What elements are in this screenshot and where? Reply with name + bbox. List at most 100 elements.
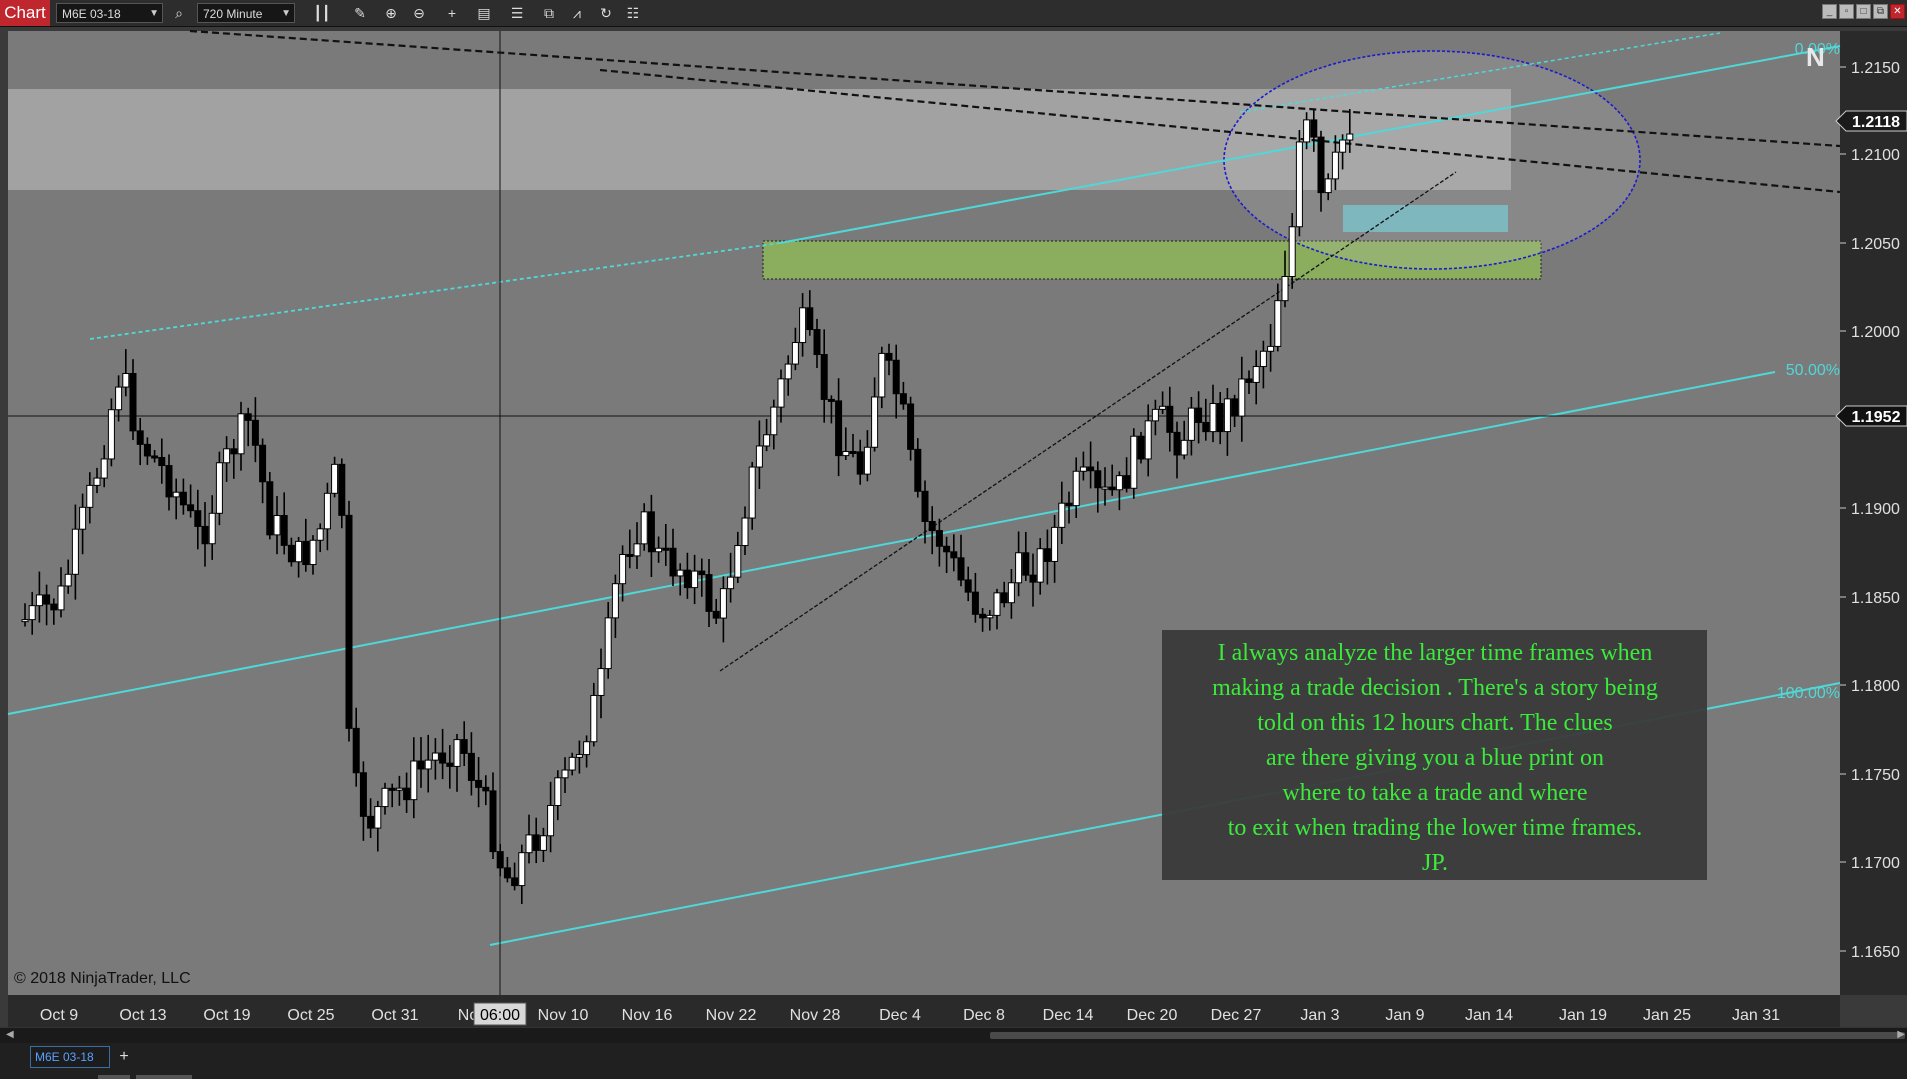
candle-body (179, 491, 187, 506)
price-tick-label: 1.1900 (1851, 501, 1900, 518)
candle-body (1108, 486, 1116, 491)
candle-body (979, 613, 987, 619)
candle-body (1187, 407, 1195, 441)
candle-body (719, 588, 727, 619)
chart-panel[interactable]: 0.00% 50.00% 100.00% N I always analyze … (0, 27, 1907, 1027)
candle-body (352, 727, 360, 774)
candle-body (1065, 502, 1073, 507)
time-tick-label: Dec 14 (1043, 1007, 1094, 1024)
crosshair-time-label: 06:00 (480, 1007, 520, 1024)
time-tick-label: Jan 25 (1643, 1007, 1691, 1024)
time-tick-label: Oct 31 (371, 1007, 418, 1024)
chart-trader-icon[interactable]: ⩘ (566, 3, 588, 23)
price-tick-label: 1.2050 (1851, 236, 1900, 253)
candle-body (208, 512, 216, 545)
restore-icon[interactable]: ▫ (1839, 4, 1854, 19)
candle-body (323, 492, 331, 530)
candle-body (763, 434, 771, 447)
candle-body (237, 413, 245, 455)
candle-body (489, 790, 497, 853)
crosshair-icon[interactable]: + (441, 3, 463, 23)
candle-body (849, 451, 857, 455)
close-icon[interactable]: ✕ (1890, 4, 1905, 19)
chart-window-label[interactable]: Chart (0, 0, 50, 26)
candle-body (640, 511, 648, 545)
candle-body (1216, 403, 1224, 433)
indicators-icon[interactable]: ☰ (506, 3, 528, 23)
tab-indicator (136, 1075, 192, 1079)
candle-body (410, 760, 418, 801)
candle-body (1223, 398, 1231, 433)
search-icon[interactable]: ⌕ (168, 3, 190, 23)
candle-body (1238, 378, 1246, 417)
refresh-icon[interactable]: ↻ (595, 3, 617, 23)
zoom-in-icon[interactable]: ⊕ (380, 3, 402, 23)
candle-body (503, 867, 511, 879)
instrument-selector[interactable]: M6E 03-18 ▼ (56, 3, 163, 23)
candle-body (194, 510, 202, 527)
candle-body (590, 694, 598, 743)
candle-body (770, 406, 778, 436)
candle-body (71, 528, 79, 575)
annotation-text: I always analyze the larger time frames … (1212, 640, 1658, 876)
price-tick-label: 1.1800 (1851, 678, 1900, 695)
candle-body (1295, 141, 1303, 228)
candle-body (187, 504, 195, 512)
interval-selector[interactable]: 720 Minute ▼ (197, 3, 295, 23)
time-tick-label: Dec 20 (1127, 1007, 1178, 1024)
candle-body (1195, 407, 1203, 423)
candle-body (1130, 435, 1138, 489)
highlight-ellipse[interactable] (1223, 50, 1641, 270)
scroll-left-icon[interactable]: ◀ (6, 1029, 14, 1040)
horizontal-scrollbar[interactable]: ◀ ▶ (0, 1027, 1907, 1043)
price-tick-label: 1.1700 (1851, 855, 1900, 872)
candle-body (143, 443, 151, 457)
price-chart[interactable]: 0.00% 50.00% 100.00% N I always analyze … (0, 27, 1907, 1027)
candle-body (151, 455, 159, 459)
maximize-icon[interactable]: □ (1856, 4, 1871, 19)
fib-label-50: 50.00% (1786, 362, 1840, 379)
candle-body (611, 583, 619, 619)
chevron-down-icon: ▼ (149, 8, 159, 19)
candle-body (446, 762, 454, 767)
properties-list-icon[interactable]: ☷ (622, 3, 644, 23)
pin-icon[interactable]: ⧉ (1873, 4, 1888, 19)
candle-body (748, 466, 756, 519)
candle-body (669, 547, 677, 577)
candle-body (453, 739, 461, 767)
candle-body (1007, 582, 1015, 604)
candle-body (43, 594, 51, 605)
drawing-tool-icon[interactable]: ✎ (349, 3, 371, 23)
scrollbar-thumb[interactable] (990, 1032, 1905, 1039)
strategies-icon[interactable]: ⧉ (538, 3, 560, 23)
candle-body (64, 573, 72, 587)
bar-style-icon[interactable]: ┃┃ (311, 3, 333, 23)
candle-body (79, 506, 87, 530)
scroll-right-icon[interactable]: ▶ (1897, 1029, 1905, 1040)
time-tick-label: Oct 19 (203, 1007, 250, 1024)
time-tick-label: Oct 13 (119, 1007, 166, 1024)
add-tab-icon[interactable]: + (114, 1046, 134, 1068)
candle-body (215, 462, 223, 514)
minimize-icon[interactable]: _ (1822, 4, 1837, 19)
candle-body (1123, 475, 1131, 489)
time-tick-label: Dec 4 (879, 1007, 921, 1024)
candle-body (381, 787, 389, 808)
tab-indicator (98, 1075, 130, 1079)
candle-body (1151, 408, 1159, 422)
candle-body (511, 877, 519, 887)
candle-body (734, 545, 742, 578)
candle-body (619, 553, 627, 585)
candle-body (957, 557, 965, 581)
time-tick-label: Nov 16 (622, 1007, 673, 1024)
time-tick-label: Nov 10 (538, 1007, 589, 1024)
candle-body (1029, 574, 1037, 583)
candle-body (806, 307, 814, 331)
candle-body (439, 752, 447, 764)
candle-body (655, 547, 663, 553)
candle-body (223, 448, 231, 464)
candle-body (928, 521, 936, 532)
data-box-icon[interactable]: ▤ (473, 3, 495, 23)
tab-m6e[interactable]: M6E 03-18 (30, 1046, 110, 1068)
zoom-out-icon[interactable]: ⊖ (408, 3, 430, 23)
